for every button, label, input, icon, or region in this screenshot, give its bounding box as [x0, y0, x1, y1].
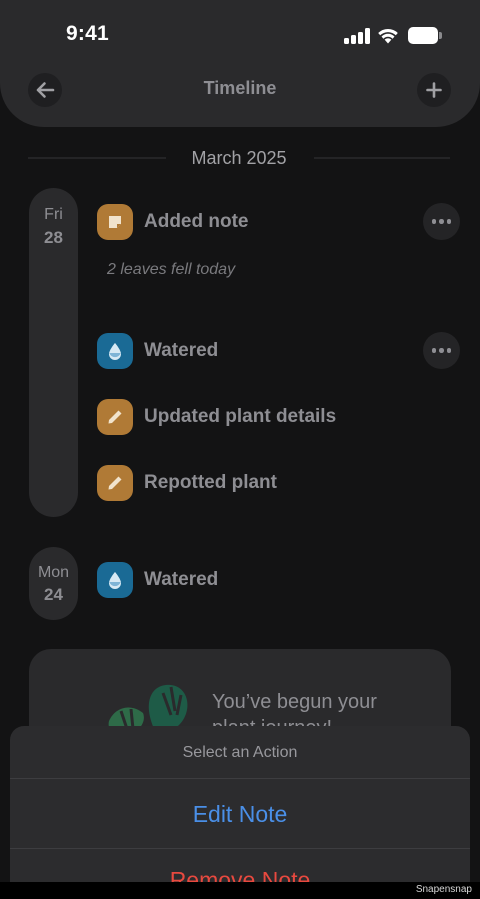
day-number: 24	[44, 585, 63, 604]
day-of-week: Fri	[44, 206, 63, 223]
wifi-icon	[378, 28, 398, 44]
page-title: Timeline	[203, 78, 277, 98]
edit-note-button[interactable]: Edit Note	[10, 780, 470, 849]
plus-icon	[426, 82, 442, 98]
timeline-event-added-note[interactable]: Added note	[97, 204, 249, 240]
event-label: Added note	[144, 211, 249, 232]
day-of-week: Mon	[37, 564, 70, 581]
pencil-icon	[97, 399, 133, 435]
timeline-event-watered[interactable]: Watered	[97, 333, 218, 369]
note-icon	[97, 204, 133, 240]
event-label: Repotted plant	[144, 472, 277, 493]
status-time: 9:41	[66, 22, 109, 45]
water-drop-icon	[97, 333, 133, 369]
cellular-signal-icon	[344, 28, 370, 44]
more-options-button[interactable]	[423, 203, 460, 240]
event-label: Updated plant details	[144, 406, 337, 427]
timeline-event-updated-plant-details[interactable]: Updated plant details	[97, 399, 336, 435]
more-options-button[interactable]	[423, 332, 460, 369]
divider-line	[314, 157, 450, 159]
status-bar: 9:41	[0, 0, 480, 70]
event-label: Watered	[144, 569, 219, 590]
more-icon	[431, 219, 437, 224]
note-text: 2 leaves fell today	[107, 261, 236, 278]
action-sheet-title: Select an Action	[10, 726, 470, 779]
month-divider: March 2025	[28, 146, 450, 170]
day-pill-fri-28: Fri 28	[29, 188, 78, 517]
pencil-icon	[97, 465, 133, 501]
day-number: 28	[44, 228, 63, 247]
event-label: Watered	[144, 340, 219, 361]
add-button[interactable]	[417, 73, 451, 107]
promo-line-1: You’ve begun your	[212, 691, 377, 713]
timeline-event-watered[interactable]: Watered	[97, 562, 218, 598]
watermark: Snapensnap	[415, 884, 472, 895]
more-icon	[431, 348, 437, 353]
water-drop-icon	[97, 562, 133, 598]
battery-icon	[408, 27, 442, 44]
bottom-bar	[0, 882, 480, 899]
action-sheet: Select an Action Edit Note Remove Note	[10, 726, 470, 899]
day-pill-mon-24: Mon 24	[29, 547, 78, 620]
timeline-event-repotted-plant[interactable]: Repotted plant	[97, 465, 277, 501]
